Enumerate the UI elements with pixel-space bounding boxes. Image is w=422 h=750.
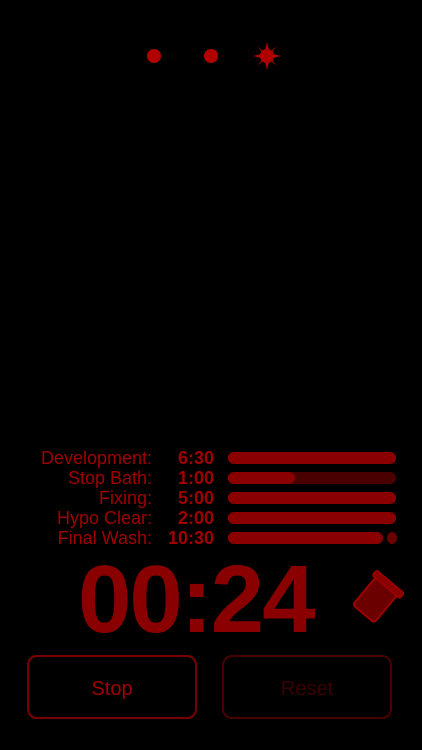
step-progress-bar [228,532,383,544]
page-indicator-2[interactable] [204,49,218,63]
top-bar [0,0,422,100]
step-label: Final Wash: [57,528,152,548]
page-indicator-1[interactable] [147,49,161,63]
step-progress-bar [228,472,396,484]
developing-tank-icon[interactable] [345,570,405,630]
step-development: Development: 6:30 [0,448,422,468]
step-progress-bar [228,492,396,504]
stop-button[interactable]: Stop [27,655,197,719]
wash-indicator-dot [387,532,397,544]
step-progress-bar [228,452,396,464]
step-final-wash: Final Wash: 10:30 [0,528,422,548]
step-fixing: Fixing: 5:00 [0,488,422,508]
step-time: 6:30 [177,448,214,468]
progress-fill [228,492,396,504]
progress-fill [228,532,383,544]
step-label: Development: [40,448,152,468]
progress-fill [228,472,296,484]
step-time: 10:30 [167,528,214,548]
step-stop-bath: Stop Bath: 1:00 [0,468,422,488]
progress-fill [228,512,396,524]
step-hypo-clear: Hypo Clear: 2:00 [0,508,422,528]
progress-fill [228,452,396,464]
reset-button[interactable]: Reset [222,655,392,719]
step-time: 1:00 [177,468,214,488]
step-label: Fixing: [98,488,152,508]
sun-icon[interactable] [252,41,282,71]
step-label: Stop Bath: [67,468,152,488]
step-time: 5:00 [177,488,214,508]
countdown-timer: 00:24 [78,546,316,653]
step-time: 2:00 [177,508,214,528]
step-label: Hypo Clear: [56,508,152,528]
step-progress-bar [228,512,396,524]
